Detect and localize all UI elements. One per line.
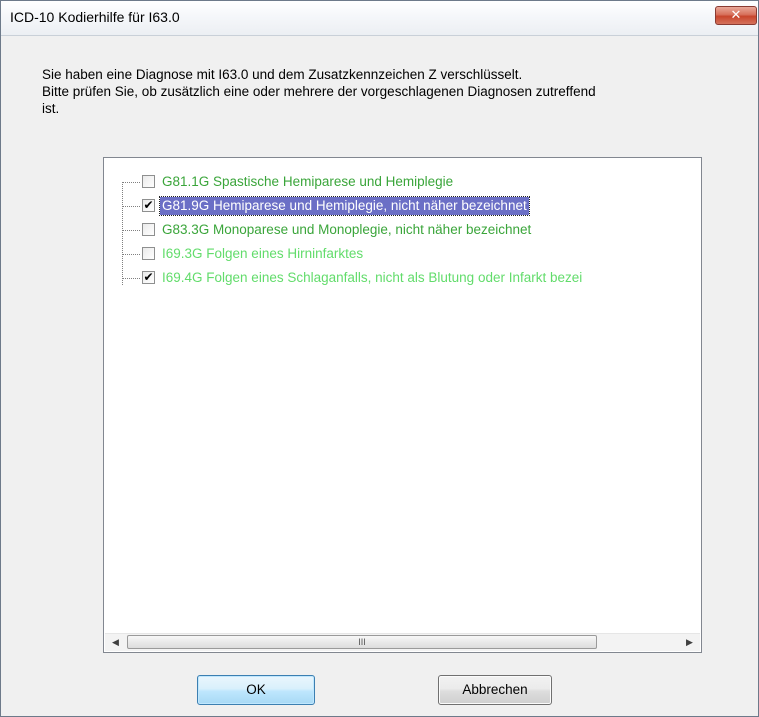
tree-item-g81-1g[interactable]: G81.1G Spastische Hemiparese und Hemiple…	[122, 173, 701, 191]
checkbox-g81-9g[interactable]: ✔	[142, 199, 155, 212]
message-text: Sie haben eine Diagnose mit I63.0 und de…	[42, 66, 742, 117]
tree-item-label[interactable]: G81.1G Spastische Hemiparese und Hemiple…	[160, 173, 455, 191]
tree-item-i69-3g[interactable]: I69.3G Folgen eines Hirninfarktes	[122, 245, 701, 263]
scroll-left-icon[interactable]: ◀	[107, 634, 124, 651]
scroll-right-icon[interactable]: ▶	[681, 634, 698, 651]
tree-branch-line	[122, 182, 140, 183]
tree-branch-line	[122, 278, 140, 279]
ok-button[interactable]: OK	[197, 675, 315, 705]
message-line-1: Sie haben eine Diagnose mit I63.0 und de…	[42, 67, 523, 82]
checkbox-i69-3g[interactable]	[142, 247, 155, 260]
cancel-button[interactable]: Abbrechen	[438, 675, 552, 705]
grip-icon: III	[358, 637, 366, 647]
tree-item-i69-4g[interactable]: ✔ I69.4G Folgen eines Schlaganfalls, nic…	[122, 269, 701, 287]
horizontal-scrollbar[interactable]: ◀ III ▶	[105, 633, 700, 651]
tree-branch-line	[122, 230, 140, 231]
close-icon: ✕	[730, 7, 742, 22]
close-button[interactable]: ✕	[715, 6, 757, 25]
tree-item-label[interactable]: G81.9G Hemiparese und Hemiplegie, nicht …	[159, 196, 530, 216]
tree-item-g83-3g[interactable]: G83.3G Monoparese und Monoplegie, nicht …	[122, 221, 701, 239]
tree-branch-line	[122, 206, 140, 207]
window-title: ICD-10 Kodierhilfe für I63.0	[10, 9, 180, 25]
diagnosis-tree[interactable]: G81.1G Spastische Hemiparese und Hemiple…	[103, 157, 702, 653]
tree-branch-line	[122, 254, 140, 255]
checkbox-i69-4g[interactable]: ✔	[142, 271, 155, 284]
tree-item-label[interactable]: I69.4G Folgen eines Schlaganfalls, nicht…	[160, 269, 584, 287]
checkbox-g83-3g[interactable]	[142, 223, 155, 236]
message-line-2: Bitte prüfen Sie, ob zusätzlich eine ode…	[42, 84, 596, 99]
scrollbar-thumb[interactable]: III	[127, 635, 597, 649]
dialog-window: ICD-10 Kodierhilfe für I63.0 ✕ Sie haben…	[0, 0, 759, 717]
tree-item-label[interactable]: I69.3G Folgen eines Hirninfarktes	[160, 245, 365, 263]
title-bar[interactable]: ICD-10 Kodierhilfe für I63.0 ✕	[1, 1, 758, 36]
message-line-3: ist.	[42, 101, 60, 116]
checkbox-g81-1g[interactable]	[142, 175, 155, 188]
tree-item-label[interactable]: G83.3G Monoparese und Monoplegie, nicht …	[160, 221, 533, 239]
tree-item-g81-9g[interactable]: ✔ G81.9G Hemiparese und Hemiplegie, nich…	[122, 196, 701, 216]
